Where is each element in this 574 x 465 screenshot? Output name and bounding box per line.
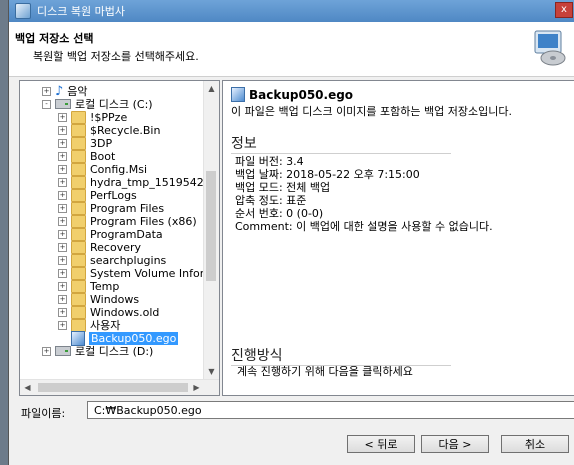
page-subtitle: 복원할 백업 저장소를 선택해주세요. [33, 50, 199, 63]
scroll-down-icon[interactable]: ▼ [204, 364, 219, 379]
filename-label: 파일이름: [21, 407, 66, 420]
scroll-right-icon[interactable]: ▶ [189, 380, 204, 395]
scroll-up-icon[interactable]: ▲ [204, 81, 219, 96]
expand-icon[interactable]: + [42, 346, 51, 356]
info-file-title: Backup050.ego [231, 87, 353, 102]
cancel-button[interactable]: 취소 [501, 435, 569, 453]
expand-icon[interactable]: + [58, 294, 67, 304]
scroll-left-icon[interactable]: ◀ [20, 380, 35, 395]
expand-icon[interactable]: + [58, 268, 67, 278]
collapse-icon[interactable]: - [42, 99, 51, 109]
title-bar[interactable]: 디스크 복원 마법사 x [9, 0, 574, 22]
scroll-thumb[interactable] [38, 383, 188, 392]
folder-tree[interactable]: + ♪ 음악 - 로컬 디스크 (C:) + !$PPze + $Recycle.Bin +3DP… [19, 80, 220, 396]
page-title: 백업 저장소 선택 [15, 32, 94, 45]
expand-icon[interactable]: + [58, 320, 67, 330]
scroll-thumb[interactable] [206, 171, 216, 281]
expand-icon[interactable]: + [42, 86, 51, 96]
back-button[interactable]: < 뒤로 [347, 435, 415, 453]
tree-item-label: 로컬 디스크 (D:) [75, 345, 154, 358]
backup-info-panel: Backup050.ego 이 파일은 백업 디스크 이미지를 포함하는 백업 … [222, 80, 574, 396]
expand-icon[interactable]: + [58, 177, 67, 187]
expand-icon[interactable]: + [58, 125, 67, 135]
detail-comment: Comment: 이 백업에 대한 설명을 사용할 수 없습니다. [235, 220, 493, 233]
expand-icon[interactable]: + [58, 281, 67, 291]
expand-icon[interactable]: + [58, 203, 67, 213]
app-icon [15, 3, 31, 19]
info-section-heading: 정보 [231, 133, 451, 154]
expand-icon[interactable]: + [58, 112, 67, 122]
next-button[interactable]: 다음 > [421, 435, 489, 453]
expand-icon[interactable]: + [58, 216, 67, 226]
tree-vertical-scrollbar[interactable]: ▲ ▼ [203, 81, 219, 379]
progress-note: 계속 진행하기 위해 다음을 클릭하세요 [237, 365, 413, 378]
expand-icon[interactable]: + [58, 190, 67, 200]
close-button[interactable]: x [555, 2, 573, 18]
expand-icon[interactable]: + [58, 164, 67, 174]
wizard-header: 백업 저장소 선택 복원할 백업 저장소를 선택해주세요. [9, 22, 574, 77]
disk-restore-icon [534, 30, 566, 66]
tree-item[interactable]: + 로컬 디스크 (D:) [42, 343, 153, 359]
tree-horizontal-scrollbar[interactable]: ◀ ▶ [20, 379, 219, 395]
expand-icon[interactable]: + [58, 229, 67, 239]
filename-field[interactable]: C:₩Backup050.ego [87, 401, 574, 419]
backup-file-icon [231, 87, 245, 102]
window-title: 디스크 복원 마법사 [37, 5, 125, 18]
wizard-window: 디스크 복원 마법사 x 백업 저장소 선택 복원할 백업 저장소를 선택해주세… [8, 0, 574, 465]
drive-icon [55, 346, 71, 356]
info-description: 이 파일은 백업 디스크 이미지를 포함하는 백업 저장소입니다. [231, 105, 512, 118]
expand-icon[interactable]: + [58, 138, 67, 148]
drive-icon [55, 99, 71, 109]
expand-icon[interactable]: + [58, 307, 67, 317]
expand-icon[interactable]: + [58, 151, 67, 161]
info-file-name: Backup050.ego [249, 87, 354, 102]
expand-icon[interactable]: + [58, 242, 67, 252]
expand-icon[interactable]: + [58, 255, 67, 265]
